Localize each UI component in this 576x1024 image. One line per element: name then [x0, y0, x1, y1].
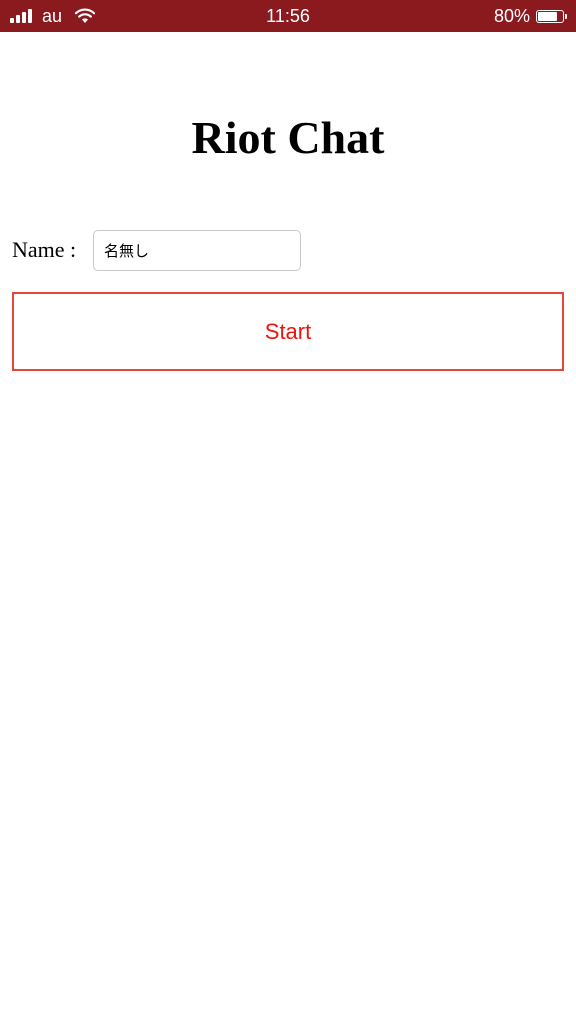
name-label: Name :: [12, 237, 77, 262]
start-button[interactable]: Start: [12, 292, 564, 371]
battery-cap: [565, 13, 567, 19]
status-bar: au 11:56 80%: [0, 0, 576, 32]
status-time: 11:56: [266, 6, 310, 26]
name-input[interactable]: [93, 230, 301, 271]
battery-icon: [536, 9, 567, 23]
battery-percent: 80%: [493, 5, 530, 26]
page-title: Riot Chat: [191, 112, 385, 163]
status-right: 80%: [493, 0, 567, 32]
battery-fill: [538, 11, 557, 21]
